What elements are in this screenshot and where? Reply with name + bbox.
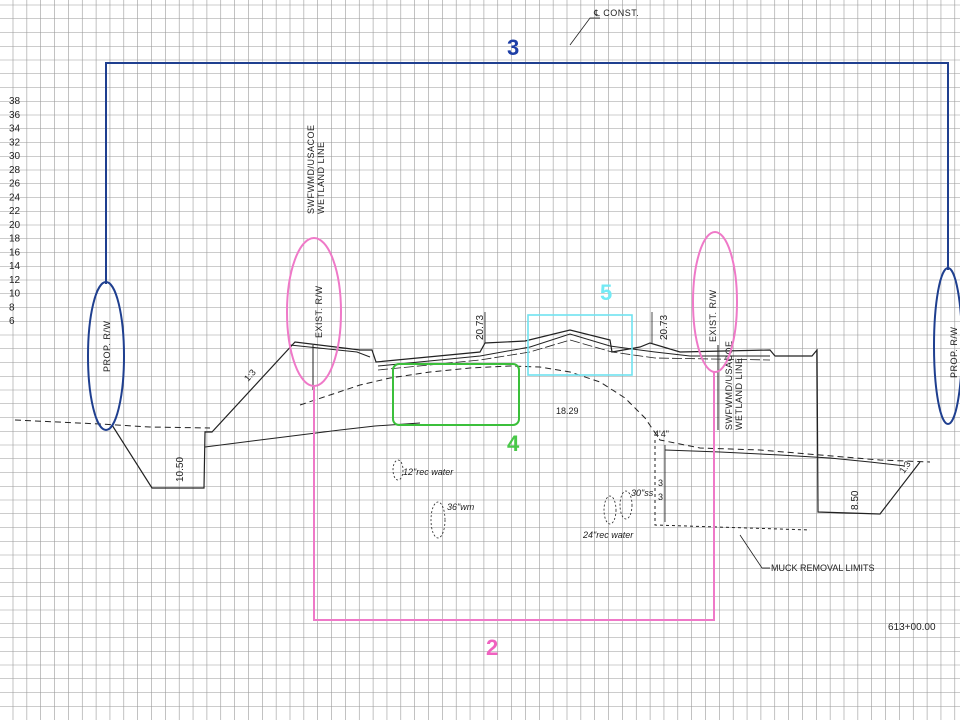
elevation-label: 30 (9, 151, 21, 162)
pipe-36-label: 36"wm (447, 502, 475, 512)
centerline-label: ℄ CONST. (593, 8, 639, 18)
muck-removal-limit (654, 440, 811, 531)
width-dim-left: 20.73 (475, 315, 486, 340)
exist-rw-left-label: EXIST. R/W (314, 285, 324, 338)
dim-left-label: 10.50 (175, 457, 186, 482)
pipe-12-rec-water (392, 459, 404, 481)
cross-section-drawing: 38363432302826242220181614121086 ℄ CONST… (0, 0, 960, 720)
depth-4-label: 4'4" (654, 429, 669, 439)
depth-label: 18.29 (556, 406, 579, 416)
wetland-left-label-2: WETLAND LINE (316, 141, 326, 214)
existing-ground-solid (204, 422, 906, 467)
muck-leader (739, 534, 763, 569)
existing-ground-line (14, 365, 931, 463)
marker-2: 2 (486, 635, 498, 660)
pipe-36-wm (430, 501, 446, 539)
wetland-right-label-2: WETLAND LINE (734, 357, 744, 430)
elevation-label: 20 (9, 220, 21, 231)
elevation-label: 26 (9, 179, 21, 190)
elevation-scale: 38 36 34 32 30 28 26 24 22 20 18 16 14 12 10 8 6 (9, 96, 21, 327)
centerline-leader (569, 17, 600, 46)
elevation-label: 32 (9, 137, 21, 148)
cross-section-sheet: 38 36 34 32 30 28 26 24 22 20 18 16 14 12 10 8 6 ℄ CONST… (0, 0, 960, 720)
wetland-left-label-1: SWFWMD/USACOE (306, 125, 316, 215)
marker-4: 4 (507, 431, 520, 456)
pipe-12-label: 12"rec water (403, 467, 454, 477)
tick-3a: 3 (658, 478, 663, 488)
elevation-label: 8 (9, 302, 15, 313)
exist-rw-right-label: EXIST. R/W (708, 289, 718, 342)
elevation-label: 38 (9, 96, 21, 107)
pipe-24-label: 24"rec water (582, 530, 634, 540)
elevation-label: 10 (9, 289, 21, 300)
grid-lines (0, 0, 960, 720)
prop-rw-bracket (105, 62, 949, 284)
elevation-label: 12 (9, 275, 21, 286)
marker-3: 3 (507, 35, 519, 60)
tick-3b: 3 (658, 492, 663, 502)
elevation-label: 28 (9, 165, 21, 176)
highlight-box-5 (527, 314, 633, 376)
elevation-label: 18 (9, 234, 21, 245)
slope-left-label: 1:3 (242, 367, 258, 383)
prop-rw-left-label: PROP. R/W (102, 321, 112, 372)
prop-rw-right-label: PROP. R/W (949, 327, 959, 378)
width-dim-right: 20.73 (659, 315, 670, 340)
elevation-label: 6 (9, 316, 15, 327)
elevation-label: 14 (9, 261, 21, 272)
muck-label: MUCK REMOVAL LIMITS (771, 563, 875, 573)
elevation-label: 22 (9, 206, 21, 217)
elevation-label: 16 (9, 247, 21, 258)
dim-right-label: 8.50 (850, 490, 861, 510)
station-label: 613+00.00 (888, 622, 936, 633)
pipe-30-label: 30"ss (631, 488, 654, 498)
marker-5: 5 (600, 280, 612, 305)
elevation-label: 36 (9, 110, 21, 121)
pavement-base (377, 339, 771, 371)
elevation-label: 34 (9, 124, 21, 135)
elevation-label: 24 (9, 192, 21, 203)
